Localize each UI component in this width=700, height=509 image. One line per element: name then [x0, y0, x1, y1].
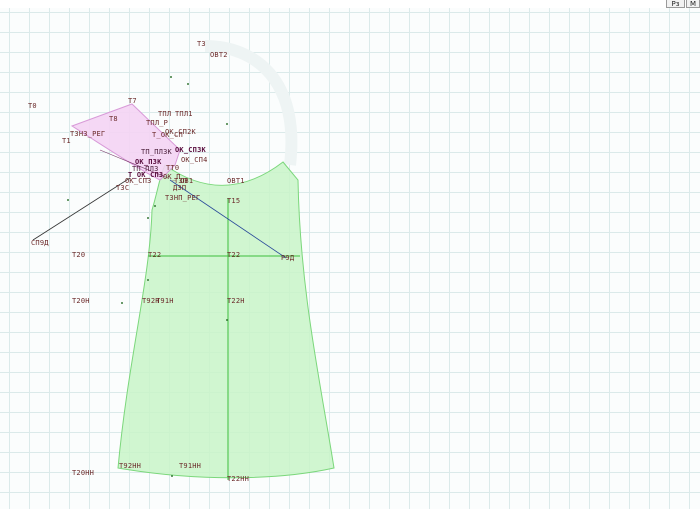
point-label: Т91Н	[156, 297, 174, 305]
point-label: Т15	[227, 197, 241, 205]
point-label: Т22	[148, 251, 162, 259]
point-marker	[154, 205, 156, 207]
point-label: ТП_ПЛ3К	[141, 148, 172, 156]
point-label: Т8	[109, 115, 118, 123]
point-label: Т0	[28, 102, 37, 110]
point-label: Т22Н	[227, 297, 245, 305]
point-marker	[170, 76, 172, 78]
point-label: ОВТ1	[227, 177, 245, 185]
point-marker	[147, 217, 149, 219]
point-label: Т3С	[116, 184, 130, 192]
point-marker	[226, 319, 228, 321]
point-label: ТПЛ_Р	[146, 119, 169, 127]
point-label: ОК_СП4	[181, 156, 208, 164]
point-label: ТПЛ1	[175, 110, 193, 118]
dress-front-piece	[117, 161, 335, 479]
point-marker	[121, 302, 123, 304]
point-label: Т3НЗ_РЕГ	[70, 130, 106, 138]
point-label: ОВТ2	[210, 51, 228, 59]
point-label: ДЗП	[173, 184, 187, 192]
point-label: Т91НН	[179, 462, 202, 470]
point-label: Т22	[227, 251, 241, 259]
point-label: Т1	[62, 137, 71, 145]
pattern-drawing	[32, 40, 335, 480]
point-label: СП9Д	[31, 239, 49, 247]
point-label: ТТ0	[166, 164, 180, 172]
point-label: Т_ОК_СП	[152, 131, 183, 139]
point-marker	[187, 83, 189, 85]
point-marker	[67, 199, 69, 201]
point-marker	[147, 279, 149, 281]
point-label: Р9Д	[281, 254, 295, 262]
construction-curve	[204, 40, 298, 166]
point-marker	[171, 475, 173, 477]
point-label: ОК_СП3К	[175, 146, 206, 154]
point-label: Т92НН	[119, 462, 142, 470]
point-label: Т20	[72, 251, 86, 259]
point-label: Т20Н	[72, 297, 90, 305]
point-marker	[226, 123, 228, 125]
point-label: Т3НП_РЕГ	[165, 194, 201, 202]
point-label: Т22НН	[227, 475, 250, 483]
point-label: Т20НН	[72, 469, 95, 477]
point-label: Т7	[128, 97, 137, 105]
point-label: Т3	[197, 40, 206, 48]
point-label: ТПЛ	[158, 110, 172, 118]
